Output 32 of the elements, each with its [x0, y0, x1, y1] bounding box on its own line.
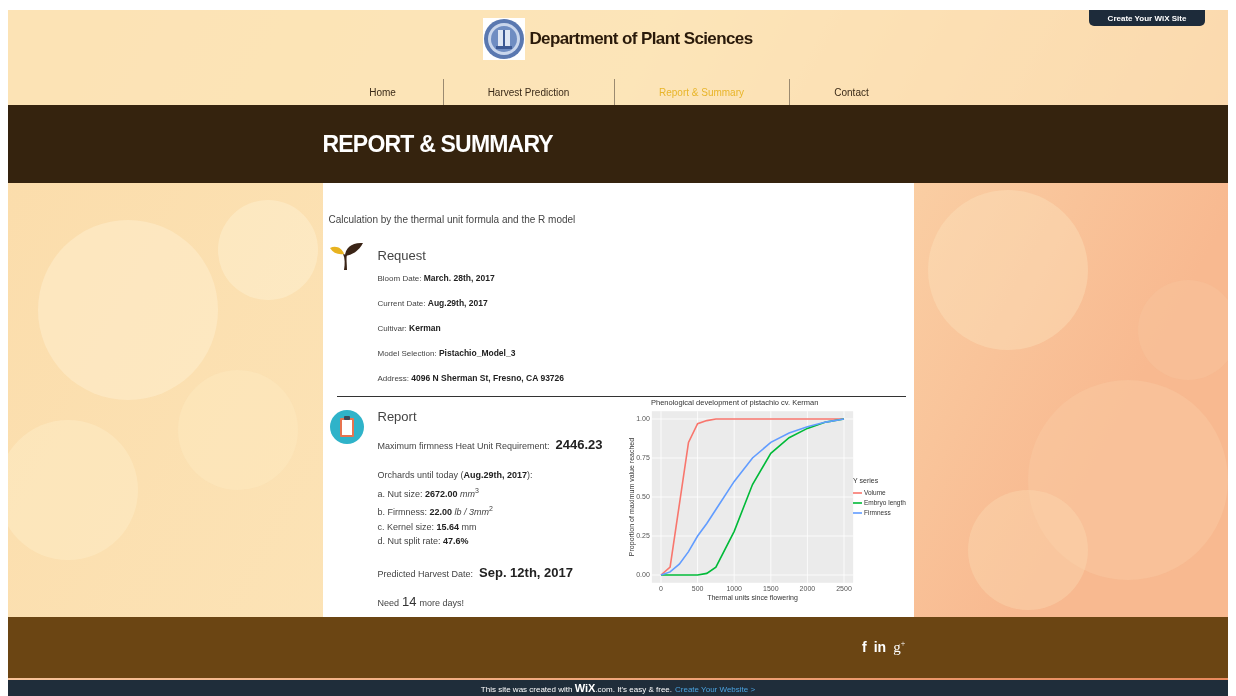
orchard-stat: a. Nut size: 2672.00 mm$^{3}$ [377, 485, 480, 501]
orchard-stat: c. Kernel size: 15.64 mm [377, 520, 478, 534]
section-heading: Report [377, 409, 417, 424]
orchard-stat: b. Firmness: 22.00 lb / 3mm$^{2}$ [377, 504, 494, 519]
seal-logo [483, 18, 526, 60]
social-link[interactable]: f [862, 639, 867, 655]
sprout-icon [329, 242, 364, 270]
create-site-button[interactable]: Create Your WiX Site [1089, 10, 1205, 26]
orchard-stat: d. Nut split rate: 47.6% [377, 535, 470, 548]
orchards-heading: Orchards until today (Aug.29th, 2017): [377, 469, 534, 482]
requirement-label: Maximum firmness Heat Unit Requirement: [377, 441, 550, 451]
clipboard-icon [329, 410, 364, 444]
section-heading: Request [377, 248, 426, 263]
nav-tab[interactable]: Home [322, 79, 443, 105]
request-field: Model Selection: Pistachio_Model_3 [377, 348, 565, 359]
social-link[interactable]: in [873, 639, 887, 655]
days-count: 14 [402, 593, 417, 609]
request-field: Cultivar: Kerman [377, 323, 565, 334]
days-text: Need [377, 597, 399, 608]
request-field: Bloom Date: March. 28th, 2017 [377, 273, 565, 284]
social-link[interactable]: g$^{+}$ [893, 639, 906, 656]
page-title: REPORT & SUMMARY [322, 131, 553, 158]
harvest-date: Sep. 12th, 2017 [479, 564, 573, 580]
requirement-value: 2446.23 [555, 437, 603, 452]
request-field: Current Date: Aug.29th, 2017 [377, 298, 565, 309]
intro-text: Calculation by the thermal unit formula and the R model [328, 214, 576, 225]
wix-credit-text: This site was created with WiX.com. It's easy & free. Create Your Website > [480, 682, 756, 694]
site-title: Department of Plant Sciences [529, 29, 753, 49]
harvest-label: Predicted Harvest Date: [377, 568, 474, 579]
request-field: Address: 4096 N Sherman St, Fresno, CA 93726 [377, 373, 565, 384]
days-text: more days! [419, 597, 464, 608]
create-website-link[interactable]: Create Your Website > [675, 685, 756, 694]
